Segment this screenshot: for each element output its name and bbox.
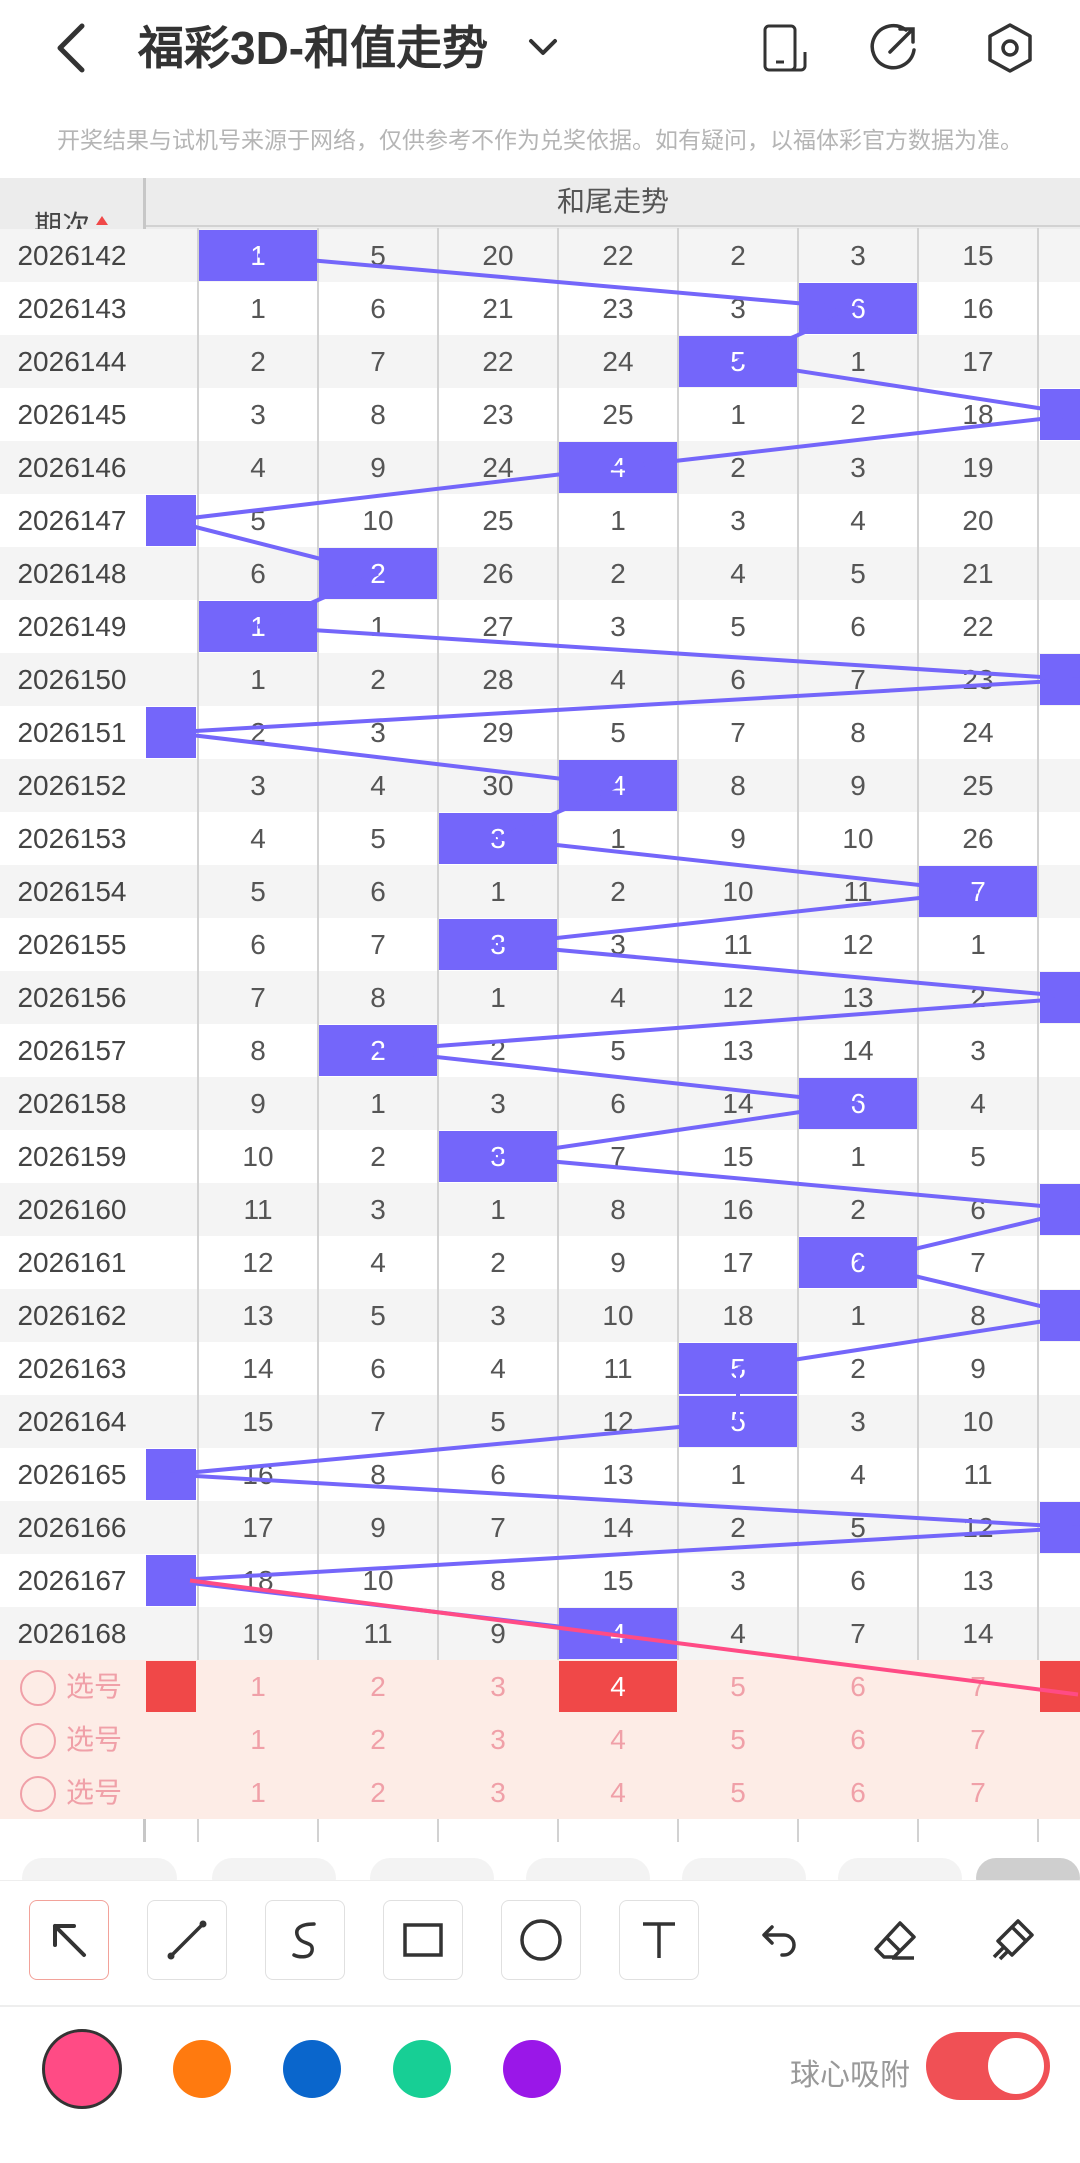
trend-line-segment <box>169 677 1080 735</box>
trend-line-segment <box>497 783 619 841</box>
toggle-knob <box>988 2038 1044 2094</box>
broom-icon <box>992 1919 1034 1961</box>
curve-icon <box>292 1922 316 1959</box>
undo-button[interactable] <box>737 1900 817 1980</box>
user-drawn-line[interactable] <box>189 1578 1079 1697</box>
toolbar-divider <box>0 2005 1080 2007</box>
trend-line-segment <box>169 1472 1080 1530</box>
trend-line-segment <box>737 359 1080 417</box>
line-tool-button[interactable] <box>147 1900 227 1980</box>
color-swatch[interactable] <box>393 2040 451 2098</box>
trend-line-segment <box>169 465 619 523</box>
pointer-tool-button[interactable] <box>29 1900 109 1980</box>
circle-icon <box>520 1919 562 1961</box>
rectangle-tool-button[interactable] <box>383 1900 463 1980</box>
color-swatch[interactable] <box>283 2040 341 2098</box>
eraser-button[interactable] <box>855 1900 935 1980</box>
trend-line-segment <box>857 1207 1080 1265</box>
snap-toggle[interactable] <box>926 2032 1050 2100</box>
phone-rotate-icon[interactable] <box>756 20 812 76</box>
trend-line-segment <box>497 889 979 947</box>
rectangle-icon <box>403 1923 443 1957</box>
trend-line-segment <box>497 1154 1080 1212</box>
trend-line-segment <box>617 412 1080 470</box>
eraser-icon <box>874 1921 916 1960</box>
text-icon <box>643 1922 675 1958</box>
trend-lines <box>169 253 1080 1697</box>
trend-line-segment <box>737 1313 1080 1371</box>
undo-icon <box>762 1925 796 1957</box>
color-swatch[interactable] <box>503 2040 561 2098</box>
trend-line-segment <box>377 995 1080 1053</box>
color-swatch[interactable] <box>173 2040 231 2098</box>
text-tool-button[interactable] <box>619 1900 699 1980</box>
clear-button[interactable] <box>973 1900 1053 1980</box>
trend-line-segment <box>257 253 859 311</box>
trend-table: 期次和尾走势1234567202614215202223152026143162… <box>0 178 1080 1842</box>
trend-line-segment <box>497 836 979 894</box>
settings-icon[interactable] <box>982 20 1038 76</box>
back-icon[interactable] <box>48 20 96 76</box>
curve-tool-button[interactable] <box>265 1900 345 1980</box>
top-bar: 福彩3D-和值走势 <box>0 0 1080 96</box>
page-title[interactable]: 福彩3D-和值走势 <box>138 18 488 78</box>
circle-tool-button[interactable] <box>501 1900 581 1980</box>
chevron-down-icon[interactable] <box>526 30 560 64</box>
trend-line-segment <box>857 1260 1080 1318</box>
trend-line-segment <box>257 571 379 629</box>
share-icon[interactable] <box>866 20 922 76</box>
trend-line-segment <box>169 1419 739 1477</box>
color-swatch[interactable] <box>42 2029 122 2109</box>
trend-line-segment <box>497 942 1080 1000</box>
trend-line-segment <box>257 624 1080 682</box>
line-icon <box>167 1920 207 1960</box>
trend-line-segment <box>737 306 859 364</box>
trend-line-segment <box>169 730 619 788</box>
arrow-pointer-icon <box>53 1924 86 1957</box>
snap-label: 球心吸附 <box>790 2059 910 2092</box>
trend-line-segment <box>169 518 379 576</box>
trend-line-segment <box>377 1048 859 1106</box>
trend-line-segment <box>169 1525 1080 1583</box>
trend-line-segment <box>497 1101 859 1159</box>
disclaimer-notice: 开奖结果与试机号来源于网络，仅供参考不作为兑奖依据。如有疑问，以福体彩官方数据为… <box>57 127 1023 153</box>
